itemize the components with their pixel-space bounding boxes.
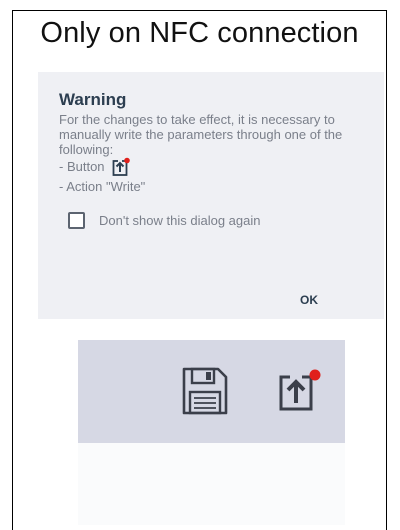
write-to-device-icon[interactable] xyxy=(278,369,322,413)
dont-show-again-row[interactable]: Don't show this dialog again xyxy=(59,212,364,229)
toolbar xyxy=(78,340,345,443)
page-title: Only on NFC connection xyxy=(40,17,359,49)
warning-dialog: Warning For the changes to take effect, … xyxy=(38,72,384,319)
save-icon[interactable] xyxy=(180,365,230,417)
ok-button[interactable]: OK xyxy=(292,289,326,311)
option-action-line: - Action "Write" xyxy=(59,179,146,194)
dont-show-again-checkbox[interactable] xyxy=(68,212,85,229)
dialog-message: For the changes to take effect, it is ne… xyxy=(59,112,343,157)
write-to-device-icon xyxy=(111,157,131,177)
toolbar-panel xyxy=(78,340,345,525)
dont-show-again-label: Don't show this dialog again xyxy=(99,213,261,228)
dialog-title: Warning xyxy=(59,90,127,109)
option-button-line: - Button xyxy=(59,157,364,177)
option-button-label: - Button xyxy=(59,159,105,174)
